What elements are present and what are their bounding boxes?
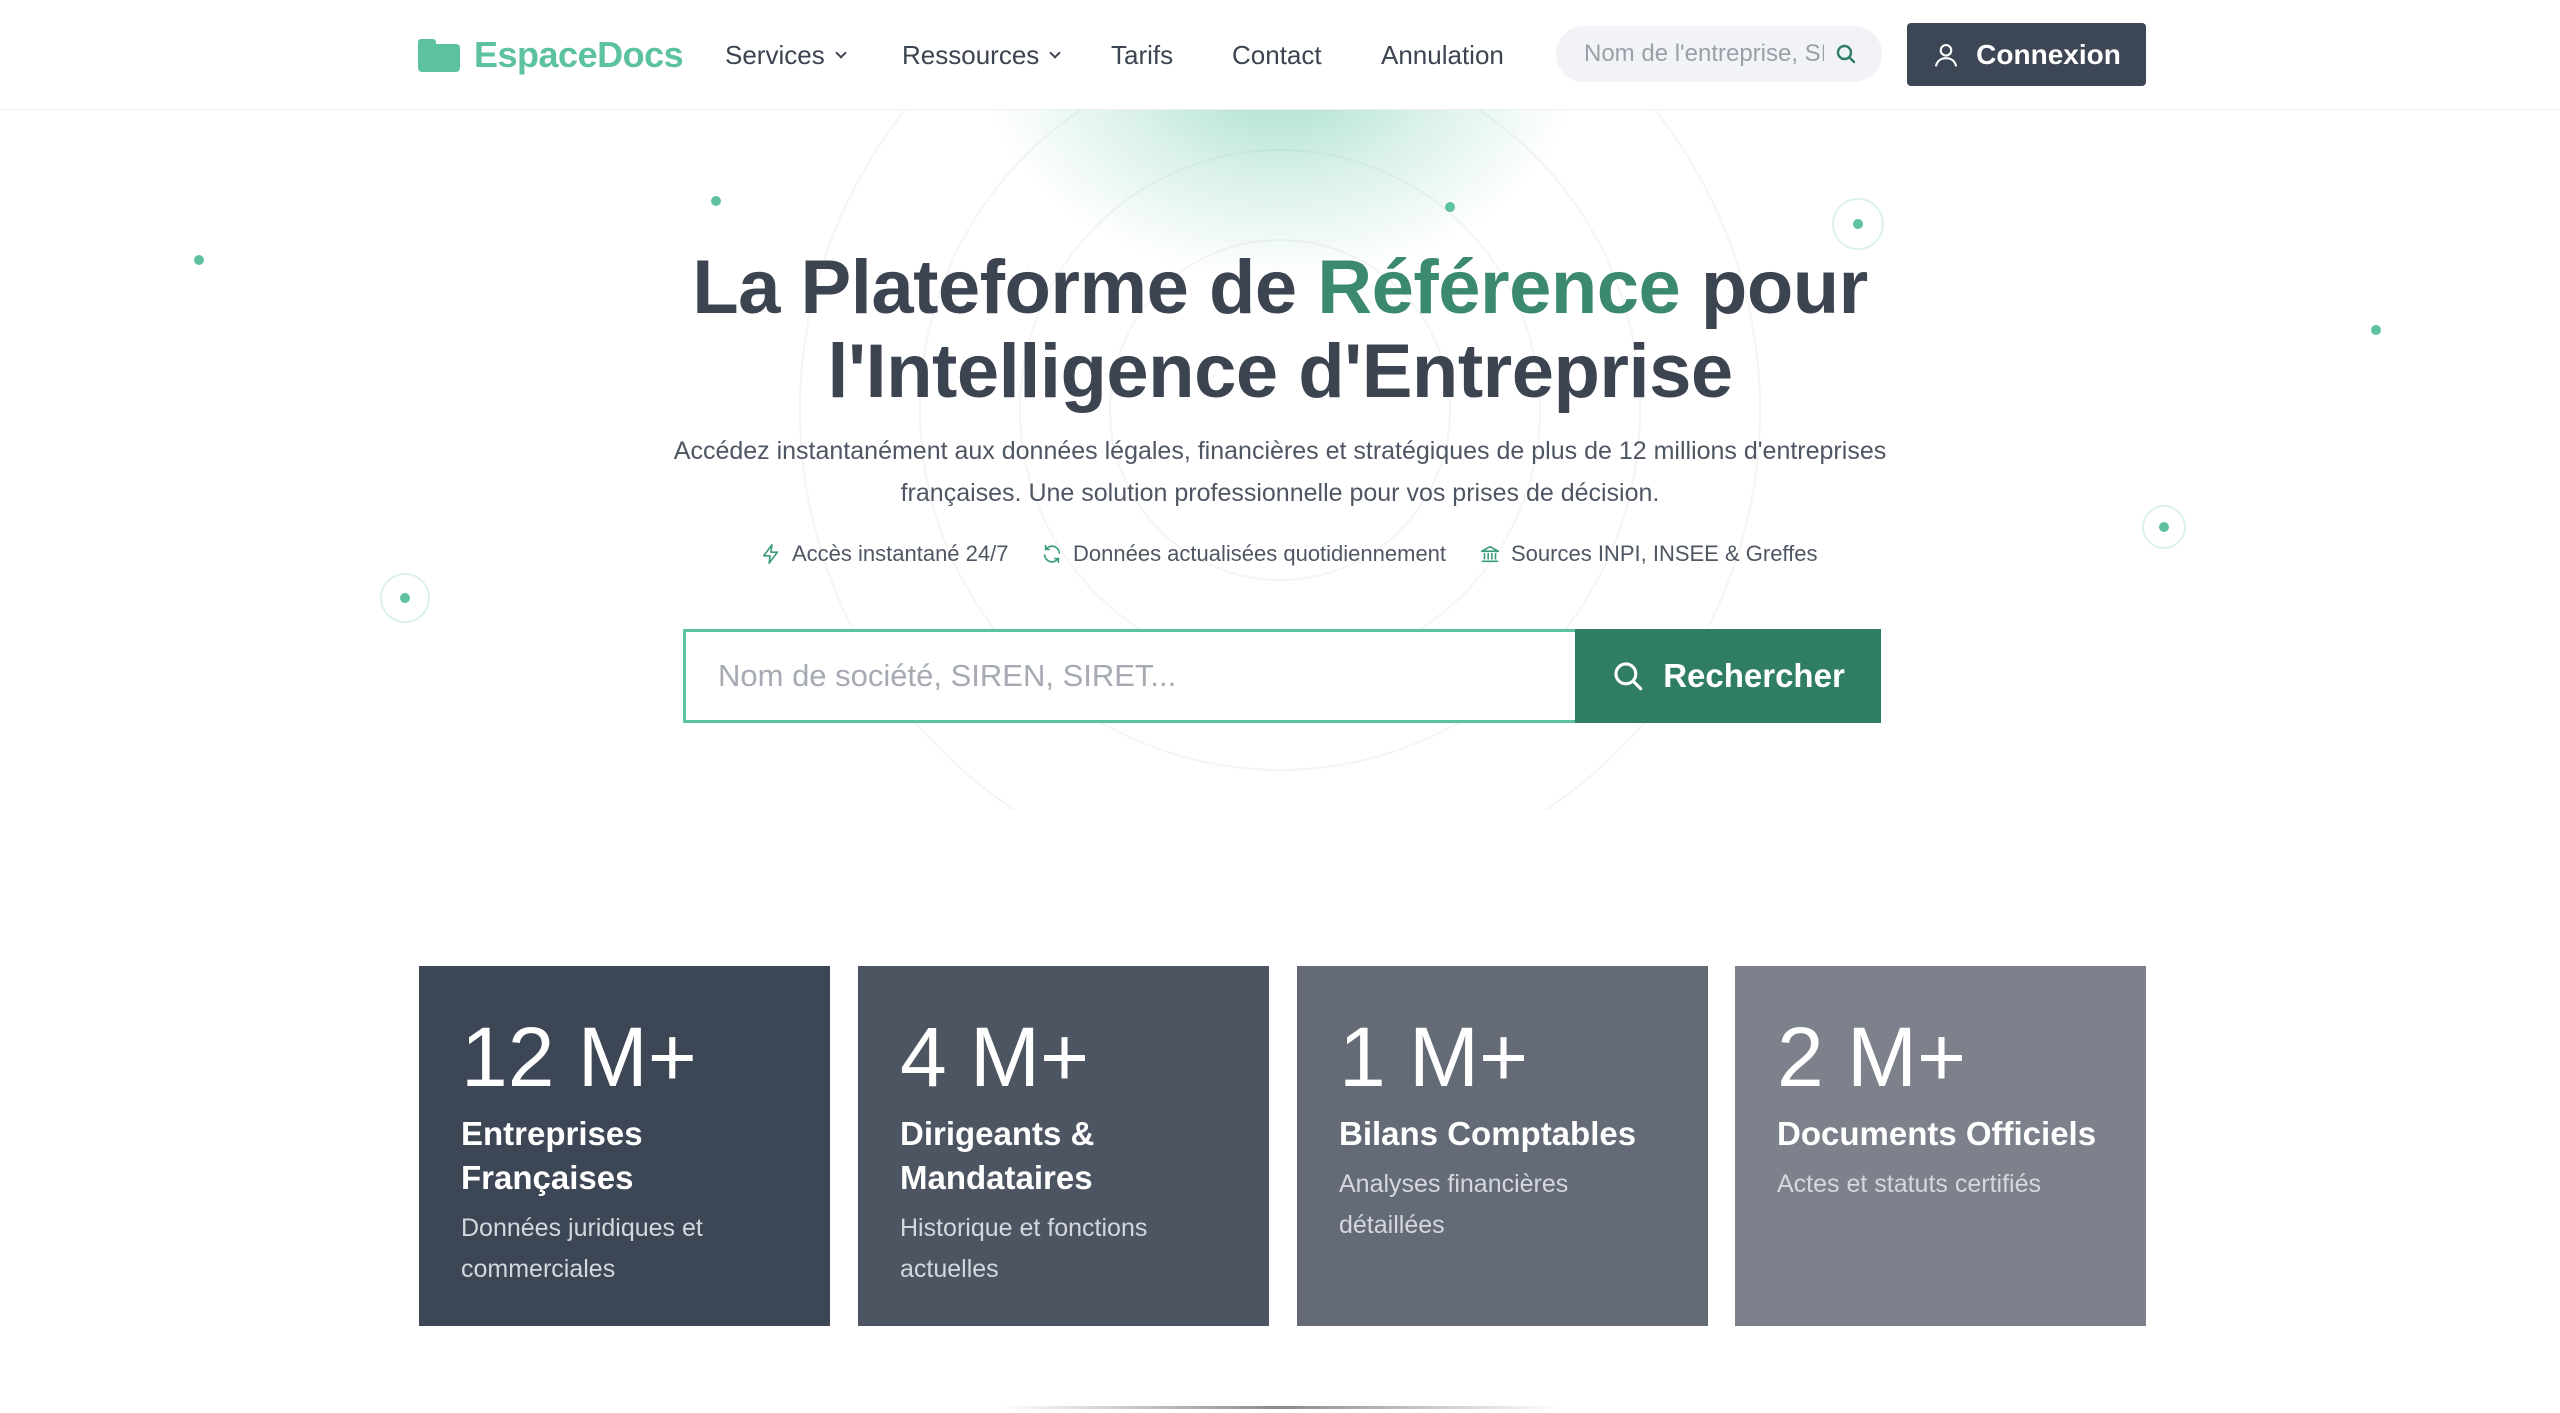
- nav-item-label: Tarifs: [1111, 39, 1174, 70]
- nav-item-annulation[interactable]: Annulation: [1381, 30, 1504, 80]
- nav-item-ressources[interactable]: Ressources: [902, 30, 1061, 80]
- stat-value: 2 M+: [1777, 1010, 1967, 1104]
- stat-description: Actes et statuts certifiés: [1777, 1170, 2041, 1198]
- section-divider: [1000, 1406, 1560, 1409]
- hero-subtitle-line2: françaises. Une solution professionnelle…: [900, 479, 1660, 507]
- nav-search: [1556, 26, 1882, 82]
- feature-item: Sources INPI, INSEE & Greffes: [1479, 536, 1818, 572]
- stat-title: Entreprises Françaises: [461, 1115, 643, 1196]
- navbar: EspaceDocs Services Ressources Tarifs Co…: [0, 0, 2560, 110]
- login-label: Connexion: [1976, 38, 2121, 70]
- main-search-form: Rechercher: [683, 629, 1881, 723]
- nav-item-label: Ressources: [902, 39, 1040, 70]
- search-button[interactable]: Rechercher: [1575, 629, 1881, 723]
- hero-title-part1: La Plateforme de: [692, 245, 1318, 330]
- decor-ring: [380, 573, 430, 623]
- hero-title: La Plateforme de Référence pour l'Intell…: [480, 246, 2080, 414]
- decor-dot: [1445, 202, 1455, 212]
- nav-item-label: Annulation: [1381, 39, 1504, 70]
- folder-icon: [418, 39, 460, 72]
- hero-title-line2: l'Intelligence d'Entreprise: [827, 329, 1733, 414]
- stat-value: 12 M+: [461, 1010, 697, 1104]
- nav-item-contact[interactable]: Contact: [1232, 30, 1322, 80]
- bank-icon: [1480, 545, 1500, 563]
- chevron-down-icon: [1049, 47, 1061, 59]
- stat-title: Dirigeants & Mandataires: [900, 1115, 1095, 1196]
- stat-description: Historique et fonctions actuelles: [900, 1214, 1148, 1283]
- hero-title-part2: pour: [1680, 245, 1868, 330]
- feature-label: Sources INPI, INSEE & Greffes: [1511, 541, 1818, 566]
- stat-description: Données juridiques et commerciales: [461, 1214, 703, 1283]
- nav-item-label: Services: [725, 39, 825, 70]
- refresh-icon: [1043, 544, 1061, 564]
- login-button[interactable]: Connexion: [1907, 23, 2146, 86]
- decor-dot: [2371, 325, 2381, 335]
- nav-item-label: Contact: [1232, 39, 1322, 70]
- decor-ring: [1832, 198, 1884, 250]
- stat-title: Bilans Comptables: [1339, 1115, 1637, 1152]
- stat-value: 4 M+: [900, 1010, 1090, 1104]
- hero-title-accent: Référence: [1317, 245, 1681, 330]
- brand-name: EspaceDocs: [474, 34, 684, 75]
- search-button-label: Rechercher: [1663, 657, 1845, 694]
- stat-value: 1 M+: [1339, 1010, 1529, 1104]
- nav-search-input[interactable]: [1584, 40, 1824, 68]
- feature-label: Accès instantané 24/7: [792, 541, 1009, 566]
- feature-item: Données actualisées quotidiennement: [1041, 536, 1446, 572]
- hero-subtitle: Accédez instantanément aux données légal…: [640, 430, 1920, 514]
- decor-dot: [711, 196, 721, 206]
- logo[interactable]: EspaceDocs: [418, 28, 684, 82]
- stat-card-documents: 2 M+ Documents Officiels Actes et statut…: [1735, 966, 2146, 1326]
- stat-card-dirigeants: 4 M+ Dirigeants & Mandataires Historique…: [858, 966, 1269, 1326]
- page: EspaceDocs Services Ressources Tarifs Co…: [0, 0, 2560, 1413]
- stat-description: Analyses financières détaillées: [1339, 1170, 1569, 1239]
- user-icon: [1935, 43, 1958, 67]
- search-icon[interactable]: [1834, 42, 1858, 66]
- stat-card-entreprises: 12 M+ Entreprises Françaises Données jur…: [419, 966, 830, 1326]
- search-icon: [1614, 662, 1643, 691]
- stat-title: Documents Officiels: [1777, 1115, 2097, 1152]
- decor-dot: [194, 255, 204, 265]
- nav-item-services[interactable]: Services: [725, 30, 847, 80]
- hero-features: Accès instantané 24/7 Données actualisée…: [0, 536, 2560, 572]
- nav-item-tarifs[interactable]: Tarifs: [1111, 30, 1173, 80]
- feature-label: Données actualisées quotidiennement: [1073, 541, 1447, 566]
- chevron-down-icon: [835, 47, 847, 59]
- hero-subtitle-line1: Accédez instantanément aux données légal…: [673, 437, 1887, 465]
- feature-item: Accès instantané 24/7: [760, 536, 1008, 572]
- stat-card-bilans: 1 M+ Bilans Comptables Analyses financiè…: [1297, 966, 1708, 1326]
- main-search-input[interactable]: [683, 629, 1575, 723]
- lightning-icon: [762, 544, 779, 564]
